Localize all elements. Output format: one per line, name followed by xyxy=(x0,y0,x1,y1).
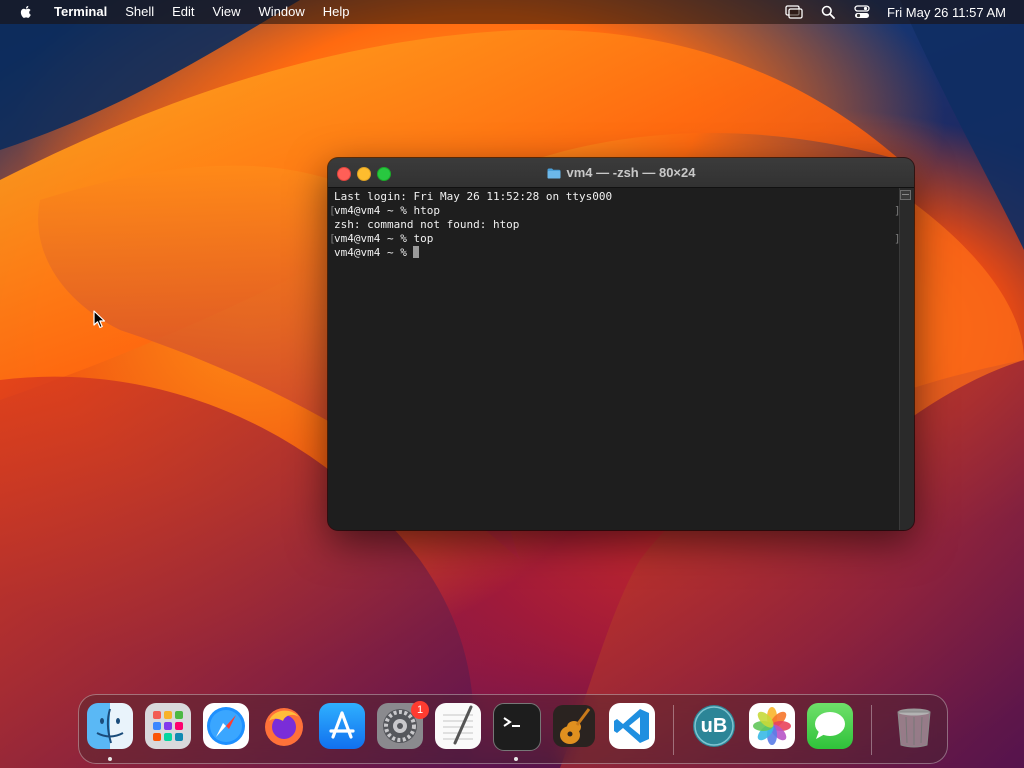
search-icon[interactable] xyxy=(819,4,837,20)
terminal-line: zsh: command not found: htop xyxy=(334,218,520,231)
window-titlebar[interactable]: vm4 — -zsh — 80×24 xyxy=(328,158,914,188)
garageband-icon[interactable] xyxy=(551,703,597,749)
textedit-icon[interactable] xyxy=(435,703,481,749)
app-store-icon[interactable] xyxy=(319,703,365,749)
finder-icon[interactable] xyxy=(87,703,133,749)
vertical-scrollbar[interactable] xyxy=(899,188,914,530)
apple-menu-icon[interactable] xyxy=(18,4,34,20)
menu-edit[interactable]: Edit xyxy=(163,0,203,24)
settings-icon[interactable]: 1 xyxy=(377,701,429,749)
window-title: vm4 — -zsh — 80×24 xyxy=(328,158,914,187)
menu-shell[interactable]: Shell xyxy=(116,0,163,24)
split-pane-icon[interactable] xyxy=(900,190,911,200)
menu-help[interactable]: Help xyxy=(314,0,359,24)
terminal-line: Last login: Fri May 26 11:52:28 on ttys0… xyxy=(334,190,613,203)
dock: 1 uB xyxy=(78,694,948,764)
menu-bar: Terminal Shell Edit View Window Help Fri… xyxy=(0,0,1024,24)
dock-separator xyxy=(871,705,872,755)
screen-mirroring-icon[interactable] xyxy=(785,4,803,20)
control-center-icon[interactable] xyxy=(853,4,871,20)
dock-separator xyxy=(673,705,674,755)
menu-view[interactable]: View xyxy=(204,0,250,24)
trash-icon[interactable] xyxy=(891,703,937,749)
firefox-icon[interactable] xyxy=(261,703,307,749)
terminal-window[interactable]: vm4 — -zsh — 80×24 Last login: Fri May 2… xyxy=(328,158,914,530)
photos-icon[interactable] xyxy=(749,703,795,749)
terminal-line: [vm4@vm4 ~ % top] xyxy=(329,232,901,245)
launchpad-icon[interactable] xyxy=(145,703,191,749)
menu-bar-clock[interactable]: Fri May 26 11:57 AM xyxy=(887,5,1006,20)
running-indicator xyxy=(108,757,112,761)
ublock-icon[interactable]: uB xyxy=(691,703,737,749)
messages-icon[interactable] xyxy=(807,703,853,749)
menu-window[interactable]: Window xyxy=(250,0,314,24)
terminal-icon[interactable] xyxy=(493,703,541,751)
notification-badge: 1 xyxy=(411,701,429,719)
mouse-pointer-icon xyxy=(93,310,107,330)
terminal-prompt-line: vm4@vm4 ~ % xyxy=(334,246,900,260)
app-menu-terminal[interactable]: Terminal xyxy=(50,0,116,24)
vscode-icon[interactable] xyxy=(609,703,655,749)
window-title-text: vm4 — -zsh — 80×24 xyxy=(566,165,696,180)
terminal-output[interactable]: Last login: Fri May 26 11:52:28 on ttys0… xyxy=(328,188,901,530)
running-indicator xyxy=(514,757,518,761)
folder-icon xyxy=(547,167,561,179)
safari-icon[interactable] xyxy=(203,703,249,749)
terminal-line: [vm4@vm4 ~ % htop] xyxy=(329,204,901,217)
text-cursor xyxy=(413,246,420,258)
ublock-label: uB xyxy=(700,714,728,737)
